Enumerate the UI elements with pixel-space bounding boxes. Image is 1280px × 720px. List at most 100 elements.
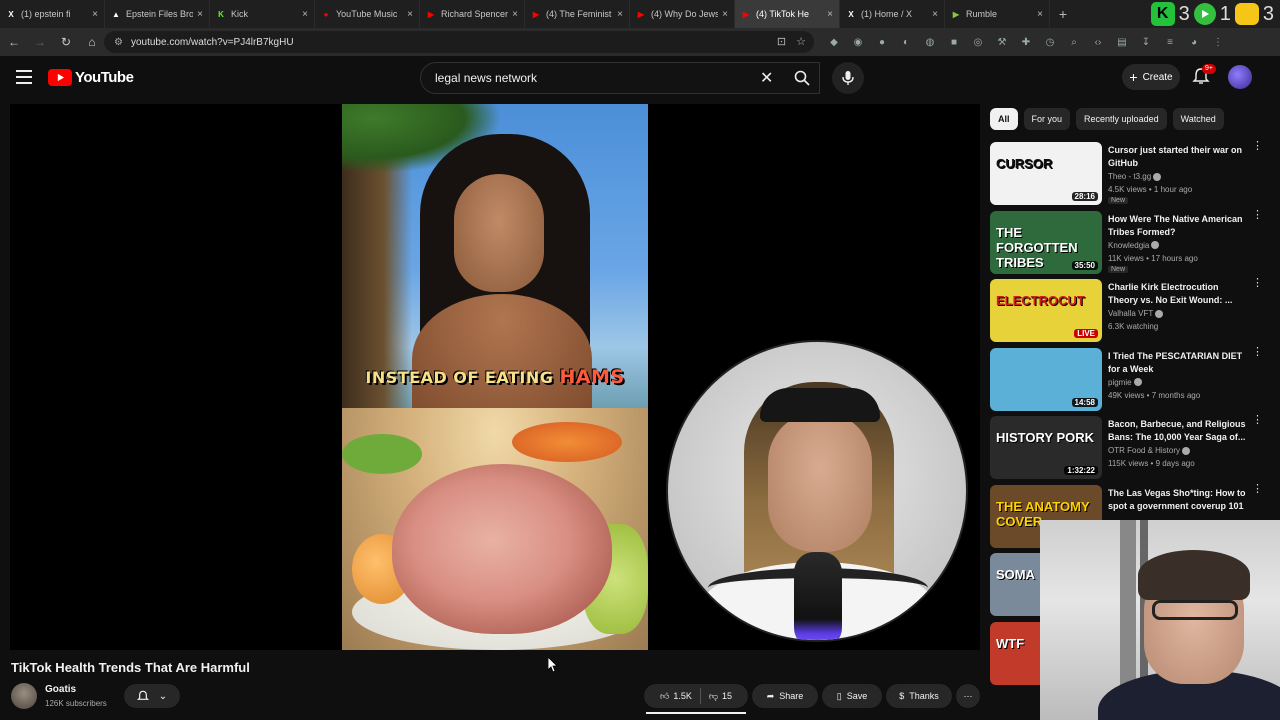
hamburger-menu-icon[interactable] xyxy=(16,70,32,84)
devtools-icon[interactable]: ‹› xyxy=(1090,34,1106,50)
kick-extension-icon[interactable]: K xyxy=(1150,2,1175,26)
recommended-title[interactable]: Charlie Kirk Electrocution Theory vs. No… xyxy=(1108,281,1246,307)
browser-tab[interactable]: ▶ (4) TikTok He × xyxy=(735,0,840,28)
tab-close-icon[interactable]: × xyxy=(92,9,98,20)
recommended-channel[interactable]: Valhalla VFT xyxy=(1108,309,1164,318)
browser-menu-icon[interactable]: ⋮ xyxy=(1210,34,1226,50)
tab-close-icon[interactable]: × xyxy=(197,9,203,20)
browser-tab[interactable]: K Kick × xyxy=(210,0,315,28)
site-info-icon[interactable]: ⚙ xyxy=(114,37,123,48)
tab-close-icon[interactable]: × xyxy=(722,9,728,20)
yellow-extension-icon[interactable] xyxy=(1234,3,1259,25)
forward-icon[interactable]: → xyxy=(28,30,52,54)
recommended-channel[interactable]: OTR Food & History xyxy=(1108,446,1191,455)
recommended-channel[interactable]: pigmie xyxy=(1108,378,1142,387)
filter-chip[interactable]: Recently uploaded xyxy=(1076,108,1167,130)
browser-tab[interactable]: X (1) Home / X × xyxy=(840,0,945,28)
browser-tab[interactable]: ▶ (4) The Feminist × xyxy=(525,0,630,28)
extension-icon-6[interactable]: ■ xyxy=(946,34,962,50)
video-thumbnail[interactable]: HISTORY PORK 1:32:22 xyxy=(990,416,1102,479)
bookmark-star-icon[interactable]: ☆ xyxy=(796,35,806,48)
recommended-video[interactable]: CURSOR 28:16 Cursor just started their war… xyxy=(990,141,1263,208)
browser-tab[interactable]: X (1) epstein fi × xyxy=(0,0,105,28)
recommended-channel[interactable]: Theo - t3.gg xyxy=(1108,172,1162,181)
recommended-title[interactable]: I Tried The PESCATARIAN DIET for a Week xyxy=(1108,350,1246,376)
extension-icon-3[interactable]: ● xyxy=(874,34,890,50)
search-button[interactable] xyxy=(784,62,820,94)
sidebar-icon[interactable]: ▤ xyxy=(1114,34,1130,50)
reload-icon[interactable]: ↻ xyxy=(54,30,78,54)
more-vertical-icon[interactable]: ⋮ xyxy=(1252,278,1263,289)
url-bar[interactable]: ⚙ youtube.com/watch?v=PJ4lrB7kgHU ⊡ ☆ xyxy=(104,31,814,53)
like-button[interactable]: 👍︎ 1.5K xyxy=(660,691,692,702)
recommended-meta: 6.3K watching xyxy=(1108,322,1159,331)
tab-close-icon[interactable]: × xyxy=(932,9,938,20)
history-icon[interactable]: ◷ xyxy=(1042,34,1058,50)
account-avatar[interactable] xyxy=(1228,65,1252,89)
tab-close-icon[interactable]: × xyxy=(617,9,623,20)
browser-tab[interactable]: ▶ (4) Why Do Jews × xyxy=(630,0,735,28)
video-thumbnail[interactable]: CURSOR 28:16 xyxy=(990,142,1102,205)
extension-icon-5[interactable]: ◍ xyxy=(922,34,938,50)
more-actions-button[interactable]: ⋯ xyxy=(956,684,980,708)
more-vertical-icon[interactable]: ⋮ xyxy=(1252,483,1263,494)
browser-tab[interactable]: ▲ Epstein Files Bro × xyxy=(105,0,210,28)
share-button[interactable]: ➦ Share xyxy=(752,684,818,708)
channel-name[interactable]: Goatis xyxy=(45,684,76,695)
tab-close-icon[interactable]: × xyxy=(302,9,308,20)
tab-search-icon[interactable]: ⌕ xyxy=(1066,34,1082,50)
extension-icon-8[interactable]: ⚒ xyxy=(994,34,1010,50)
new-tab-button[interactable]: + xyxy=(1050,0,1076,28)
download-icon[interactable]: ↧ xyxy=(1138,34,1154,50)
more-vertical-icon[interactable]: ⋮ xyxy=(1252,346,1263,357)
browser-tab[interactable]: ● YouTube Music × xyxy=(315,0,420,28)
video-player[interactable]: INSTEAD OF EATING HAMS xyxy=(10,104,980,650)
puzzle-icon[interactable]: ✚ xyxy=(1018,34,1034,50)
menu-lines-icon[interactable]: ≡ xyxy=(1162,34,1178,50)
recommended-title[interactable]: How Were The Native American Tribes Form… xyxy=(1108,213,1246,239)
tab-favicon-icon: X xyxy=(848,9,854,19)
extension-icon-4[interactable]: ◐ xyxy=(898,34,914,50)
recommended-video[interactable]: THE FORGOTTEN TRIBES 35:50 How Were The Na… xyxy=(990,209,1263,277)
install-icon[interactable]: ⊡ xyxy=(777,35,786,48)
caption-highlight: HAMS xyxy=(559,366,625,388)
channel-avatar[interactable] xyxy=(11,683,37,709)
subscribed-notifications-button[interactable]: ⌄ xyxy=(124,684,180,708)
play-extension-icon[interactable] xyxy=(1193,3,1216,25)
more-vertical-icon[interactable]: ⋮ xyxy=(1252,415,1263,426)
voice-search-button[interactable] xyxy=(832,62,864,94)
recommended-title[interactable]: The Las Vegas Sho*ting: How to spot a go… xyxy=(1108,487,1246,513)
dislike-button[interactable]: 👎︎ 15 xyxy=(709,691,732,702)
extension-icon-2[interactable]: ◉ xyxy=(850,34,866,50)
extension-icon-7[interactable]: ◎ xyxy=(970,34,986,50)
back-icon[interactable]: ← xyxy=(2,30,26,54)
filter-chip[interactable]: Watched xyxy=(1172,108,1224,130)
browser-tab[interactable]: ▶ Rumble × xyxy=(945,0,1050,28)
tab-close-icon[interactable]: × xyxy=(407,9,413,20)
more-vertical-icon[interactable]: ⋮ xyxy=(1252,141,1263,152)
extension-icon-1[interactable]: ◆ xyxy=(826,34,842,50)
youtube-logo[interactable]: YouTube xyxy=(48,69,134,86)
video-thumbnail[interactable]: 14:58 xyxy=(990,347,1102,411)
tab-close-icon[interactable]: × xyxy=(512,9,518,20)
recommended-video[interactable]: 14:58 I Tried The PESCATARIAN DIET for a … xyxy=(990,346,1263,414)
clear-search-icon[interactable]: ✕ xyxy=(760,68,773,88)
tab-close-icon[interactable]: × xyxy=(827,9,833,20)
recommended-title[interactable]: Cursor just started their war on GitHub xyxy=(1108,144,1246,170)
recommended-video[interactable]: HISTORY PORK 1:32:22 Bacon, Barbecue, and … xyxy=(990,415,1263,482)
profile-icon[interactable]: ◕ xyxy=(1186,34,1202,50)
home-icon[interactable]: ⌂ xyxy=(80,30,104,54)
video-thumbnail[interactable]: ELECTROCUT LIVE xyxy=(990,279,1102,342)
tab-close-icon[interactable]: × xyxy=(1037,9,1043,20)
recommended-channel[interactable]: Knowledgia xyxy=(1108,241,1160,250)
recommended-video[interactable]: ELECTROCUT LIVE Charlie Kirk Electrocution… xyxy=(990,278,1263,345)
recommended-title[interactable]: Bacon, Barbecue, and Religious Bans: The… xyxy=(1108,418,1246,444)
video-thumbnail[interactable]: THE FORGOTTEN TRIBES 35:50 xyxy=(990,210,1102,274)
save-button[interactable]: ▯ Save xyxy=(822,684,882,708)
filter-chip[interactable]: For you xyxy=(1023,108,1071,130)
filter-chip[interactable]: All xyxy=(990,108,1018,130)
more-vertical-icon[interactable]: ⋮ xyxy=(1252,209,1263,220)
create-button[interactable]: + Create xyxy=(1122,64,1180,90)
browser-tab[interactable]: ▶ Richard Spencer × xyxy=(420,0,525,28)
thanks-button[interactable]: $ Thanks xyxy=(886,684,952,708)
